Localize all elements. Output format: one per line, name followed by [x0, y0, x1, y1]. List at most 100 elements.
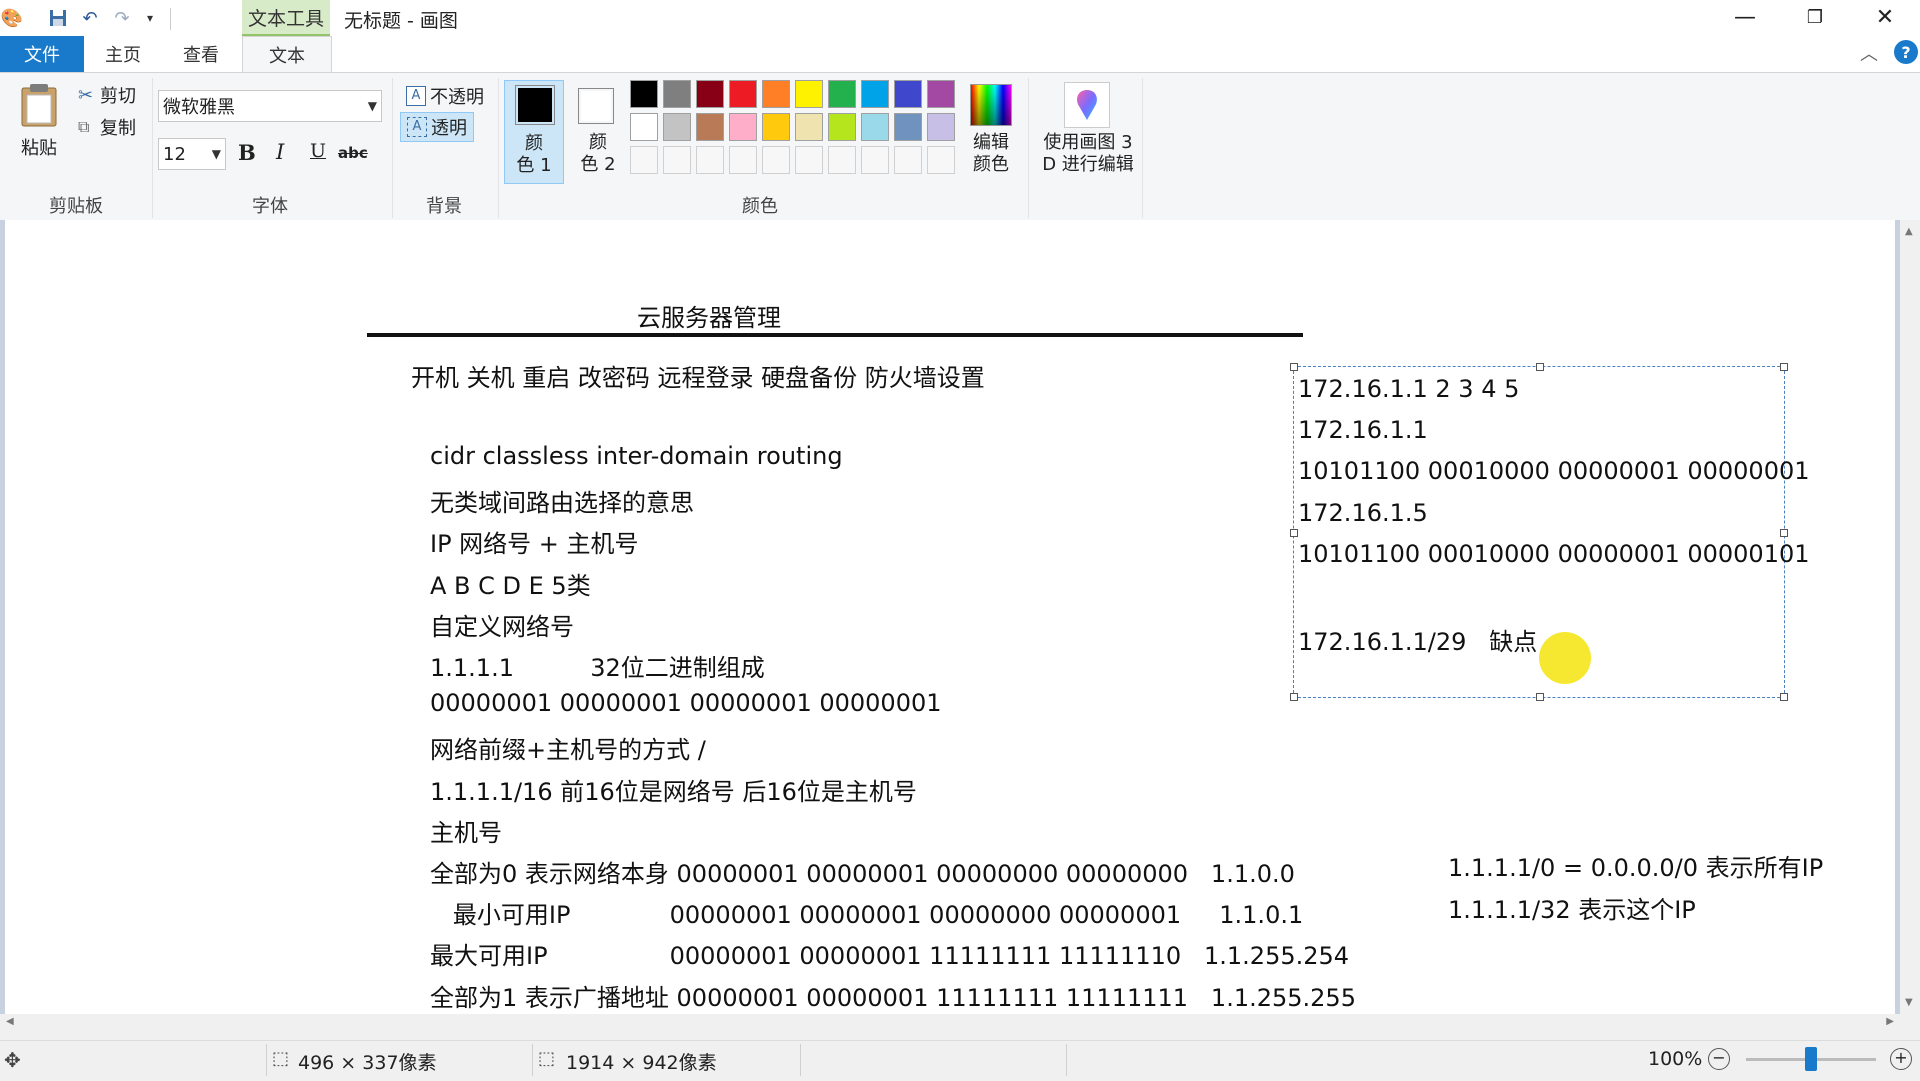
palette-swatch[interactable]	[927, 80, 955, 108]
transparent-button[interactable]: A 透明	[400, 112, 474, 142]
resize-handle[interactable]	[1290, 693, 1298, 701]
palette-swatch[interactable]	[894, 113, 922, 141]
color2-button[interactable]: 颜 色 2	[568, 80, 628, 184]
close-button[interactable]: ✕	[1850, 0, 1920, 34]
opaque-button[interactable]: A 不透明	[402, 82, 488, 110]
copy-button[interactable]: ⧉ 复制	[78, 114, 136, 140]
collapse-ribbon-icon[interactable]: ︿	[1860, 40, 1878, 66]
palette-swatch[interactable]	[663, 113, 691, 141]
help-icon[interactable]: ?	[1894, 40, 1918, 64]
palette-swatch[interactable]	[828, 80, 856, 108]
vertical-scrollbar[interactable]: ▲ ▼	[1900, 220, 1920, 1014]
color1-label-line2: 色 1	[516, 155, 552, 176]
right-note-1: 1.1.1.1/0 = 0.0.0.0/0 表示所有IP	[1448, 854, 1824, 882]
text-box-selection[interactable]: 172.16.1.1 2 3 4 5 172.16.1.1 10101100 000…	[1290, 363, 1810, 701]
minimize-button[interactable]: —	[1710, 0, 1780, 34]
color1-button[interactable]: 颜 色 1	[504, 80, 564, 184]
palette-swatch[interactable]	[630, 80, 658, 108]
right-note-2: 1.1.1.1/32 表示这个IP	[1448, 896, 1696, 924]
paint-app-icon[interactable]: 🎨	[0, 6, 24, 30]
palette-swatch[interactable]	[927, 146, 955, 174]
palette-swatch[interactable]	[795, 80, 823, 108]
scroll-up-icon[interactable]: ▲	[1905, 226, 1913, 237]
palette-swatch[interactable]	[828, 146, 856, 174]
tab-text[interactable]: 文本	[242, 36, 332, 73]
paint3d-label-line1: 使用画图 3	[1043, 132, 1133, 153]
group-divider	[152, 78, 153, 218]
palette-swatch[interactable]	[630, 146, 658, 174]
scroll-down-icon[interactable]: ▼	[1905, 997, 1913, 1008]
palette-swatch[interactable]	[861, 146, 889, 174]
edit-colors-button[interactable]: 编辑 颜色	[966, 82, 1016, 182]
canvas-topics: 开机 关机 重启 改密码 远程登录 硬盘备份 防火墙设置	[411, 364, 985, 392]
restore-button[interactable]: ❐	[1780, 0, 1850, 34]
color-spectrum-icon	[970, 84, 1012, 126]
zoom-out-button[interactable]: −	[1708, 1048, 1730, 1070]
resize-handle[interactable]	[1780, 363, 1788, 371]
text-box-line: 172.16.1.5	[1298, 498, 1428, 527]
palette-swatch[interactable]	[729, 146, 757, 174]
note-line: 1.1.1.1 32位二进制组成	[430, 654, 765, 682]
scroll-right-icon[interactable]: ▶	[1886, 1016, 1894, 1027]
text-box-line: 172.16.1.1/29 缺点	[1298, 628, 1538, 657]
palette-swatch[interactable]	[696, 80, 724, 108]
palette-swatch[interactable]	[861, 113, 889, 141]
palette-swatch[interactable]	[663, 146, 691, 174]
font-size-select[interactable]: 12 ▼	[158, 138, 226, 170]
resize-handle[interactable]	[1536, 693, 1544, 701]
palette-swatch[interactable]	[630, 113, 658, 141]
palette-swatch[interactable]	[696, 113, 724, 141]
customize-qat-icon[interactable]: ▾	[138, 6, 162, 30]
note-line: 主机号	[430, 818, 502, 847]
palette-swatch[interactable]	[696, 146, 724, 174]
zoom-in-button[interactable]: +	[1890, 1048, 1912, 1070]
italic-button[interactable]: I	[276, 140, 284, 164]
tab-file[interactable]: 文件	[0, 36, 84, 72]
paint3d-button[interactable]: 使用画图 3 D 进行编辑	[1036, 82, 1136, 182]
palette-swatch[interactable]	[762, 146, 790, 174]
palette-swatch[interactable]	[729, 113, 757, 141]
paste-button[interactable]: 粘贴	[18, 82, 60, 159]
palette-swatch[interactable]	[927, 113, 955, 141]
chevron-down-icon: ▼	[367, 99, 377, 113]
palette-swatch[interactable]	[729, 80, 757, 108]
palette-swatch[interactable]	[828, 113, 856, 141]
zoom-slider-thumb[interactable]	[1805, 1047, 1817, 1071]
undo-icon[interactable]: ↶	[78, 6, 102, 30]
strikethrough-button[interactable]: abc	[338, 144, 368, 162]
scissors-icon: ✂	[78, 84, 94, 106]
status-divider	[800, 1044, 801, 1076]
bold-button[interactable]: B	[238, 140, 256, 165]
palette-swatch[interactable]	[663, 80, 691, 108]
note-line: 自定义网络号	[430, 612, 574, 641]
palette-swatch[interactable]	[795, 113, 823, 141]
resize-handle[interactable]	[1780, 529, 1788, 537]
underline-button[interactable]: U	[310, 140, 326, 162]
cursor-highlight	[1539, 632, 1591, 684]
palette-swatch[interactable]	[762, 80, 790, 108]
resize-handle[interactable]	[1780, 693, 1788, 701]
palette-swatch[interactable]	[894, 146, 922, 174]
color2-swatch	[581, 91, 611, 121]
tab-view[interactable]: 查看	[162, 36, 240, 72]
cut-button[interactable]: ✂ 剪切	[78, 82, 136, 108]
scroll-left-icon[interactable]: ◀	[6, 1016, 14, 1027]
palette-swatch[interactable]	[795, 146, 823, 174]
zoom-slider[interactable]	[1746, 1047, 1876, 1071]
drawing-canvas[interactable]: 云服务器管理 开机 关机 重启 改密码 远程登录 硬盘备份 防火墙设置 cidr…	[5, 220, 1895, 1014]
palette-swatch[interactable]	[762, 113, 790, 141]
palette-swatch[interactable]	[894, 80, 922, 108]
color2-label-line2: 色 2	[580, 154, 616, 175]
horizontal-scrollbar[interactable]: ◀ ▶	[0, 1014, 1900, 1034]
resize-handle[interactable]	[1536, 363, 1544, 371]
clipboard-icon	[21, 84, 57, 127]
font-family-select[interactable]: 微软雅黑 ▼	[158, 90, 382, 122]
tab-home[interactable]: 主页	[84, 36, 162, 72]
redo-icon[interactable]: ↷	[110, 6, 134, 30]
text-tools-context-label: 文本工具	[242, 0, 330, 36]
resize-handle[interactable]	[1290, 363, 1298, 371]
resize-handle[interactable]	[1290, 529, 1298, 537]
font-group-label: 字体	[252, 196, 288, 217]
save-icon[interactable]	[46, 6, 70, 30]
palette-swatch[interactable]	[861, 80, 889, 108]
